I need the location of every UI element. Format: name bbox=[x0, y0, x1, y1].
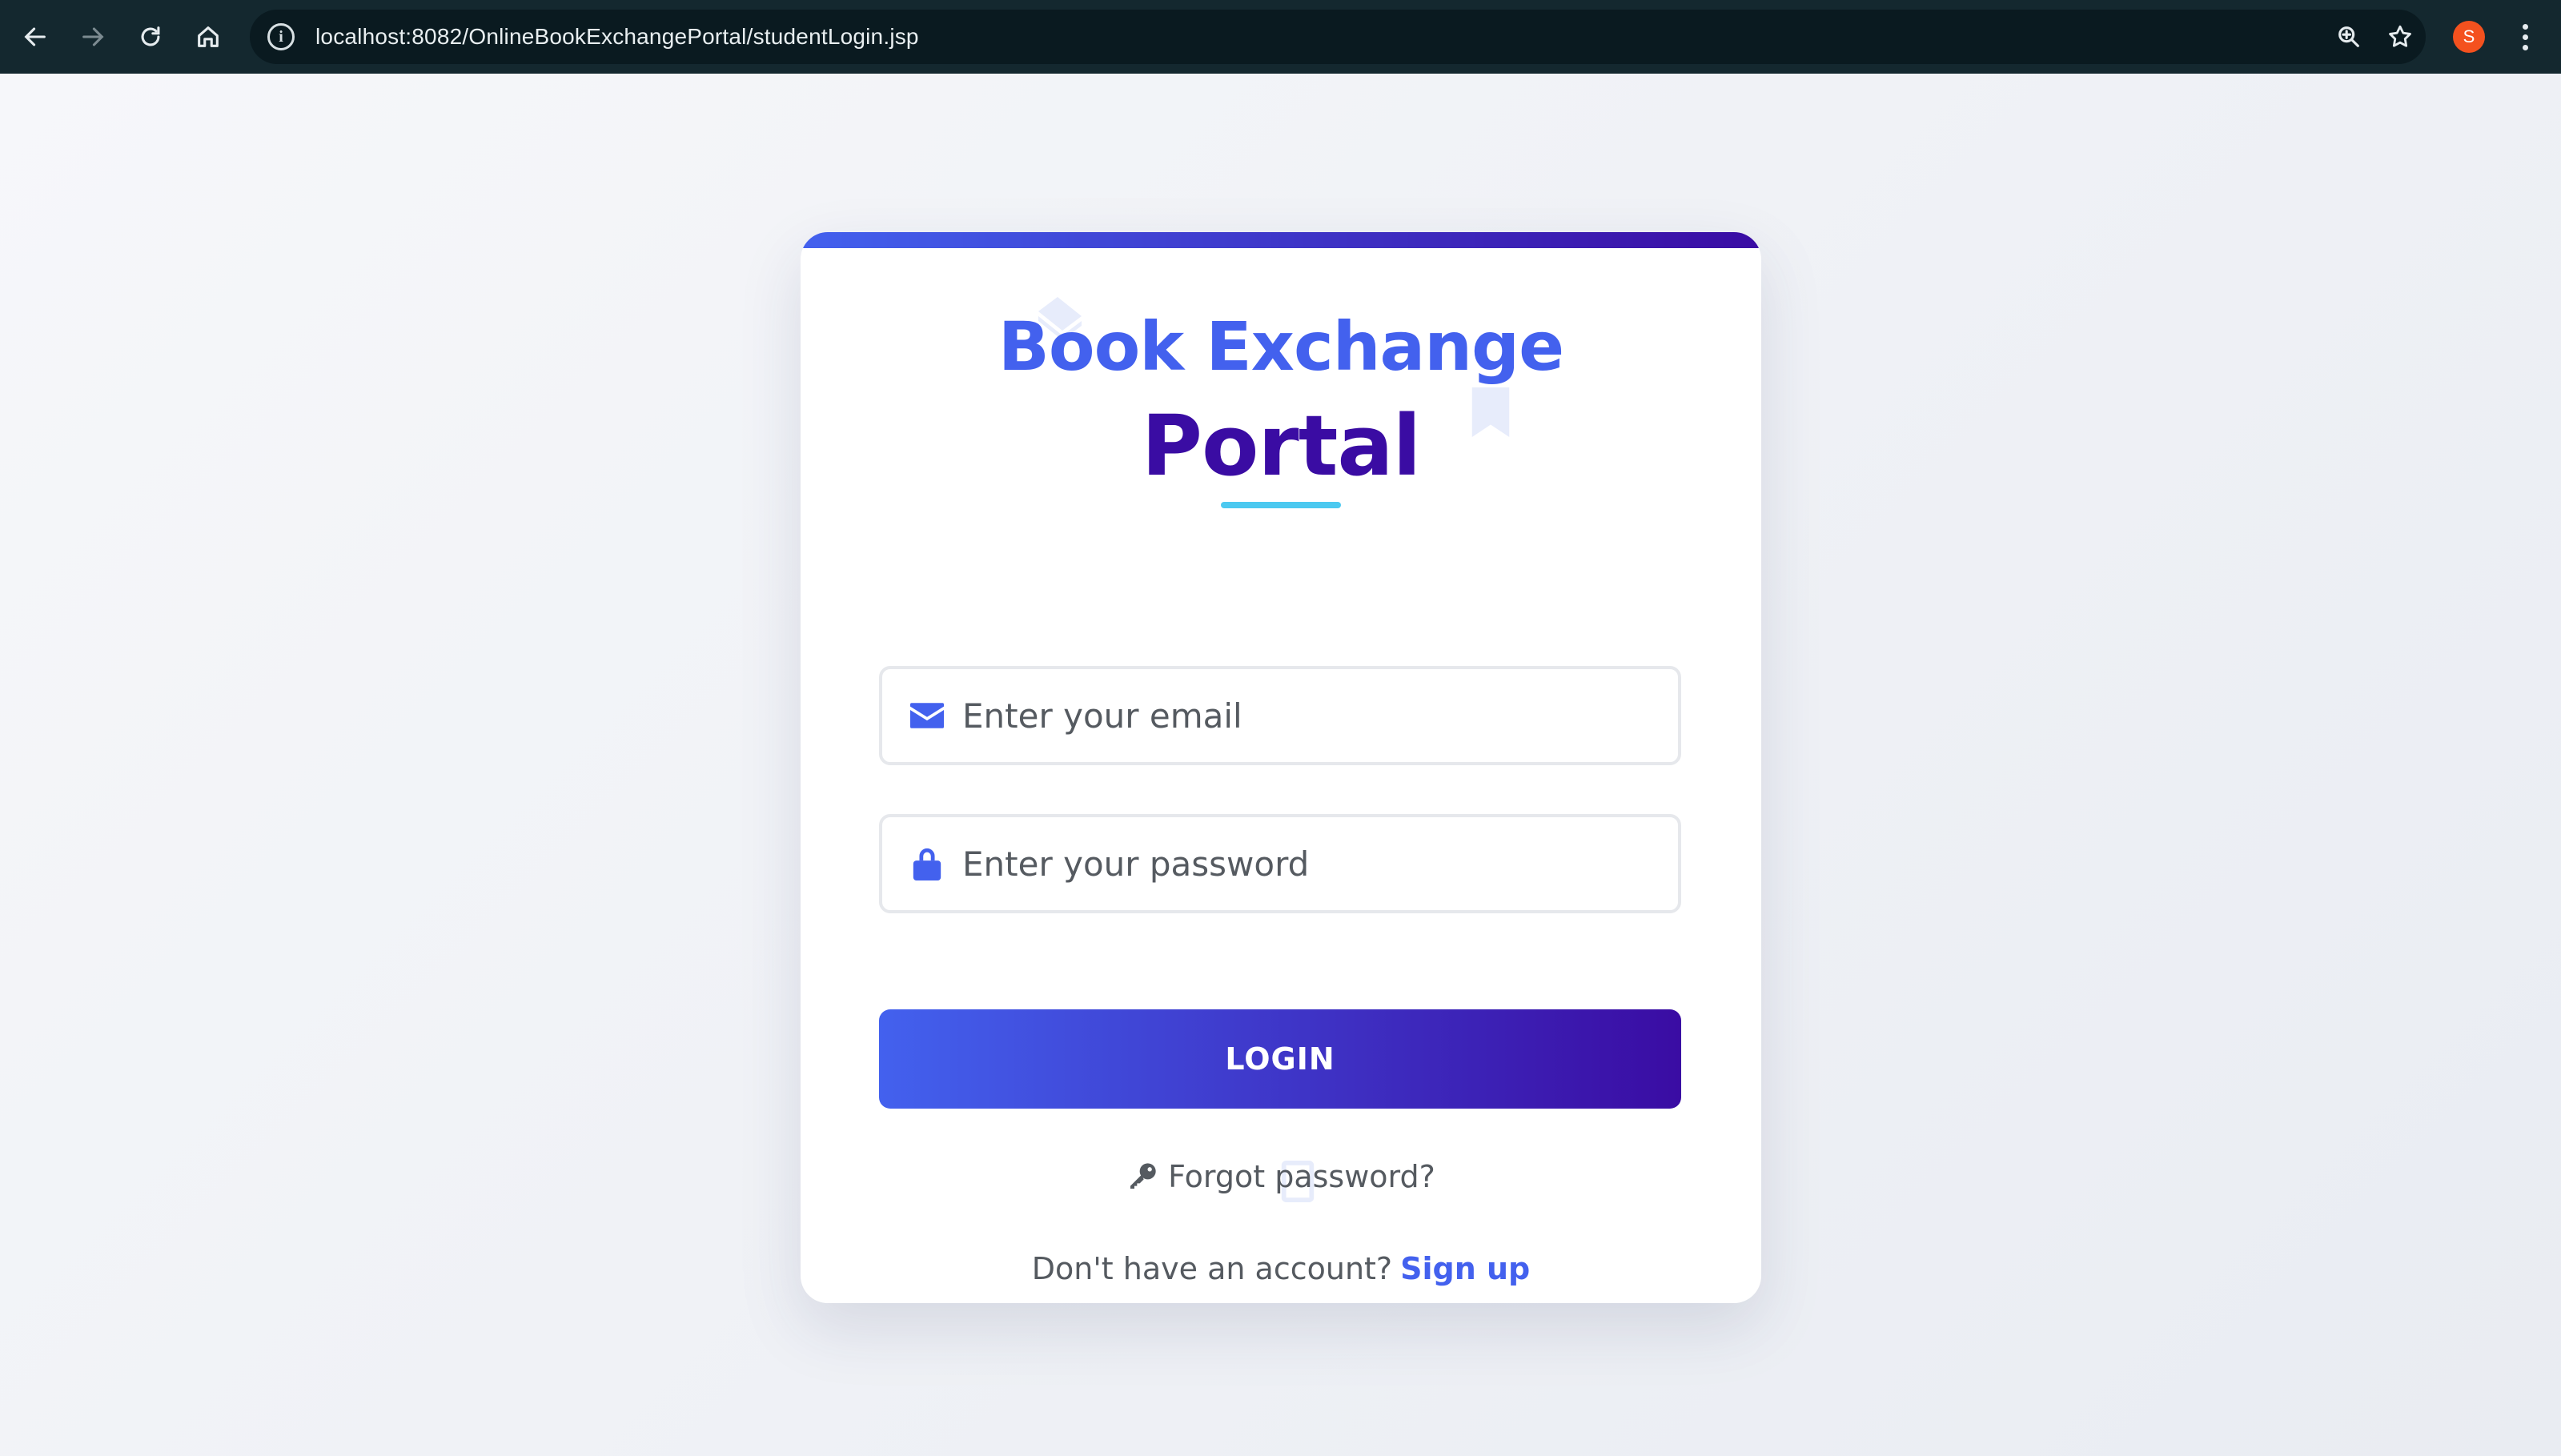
title-line-1: Book Exchange bbox=[998, 307, 1564, 386]
forgot-password-link[interactable]: Forgot password? bbox=[801, 1159, 1761, 1194]
password-input[interactable] bbox=[962, 817, 1651, 910]
address-bar[interactable]: i localhost:8082/OnlineBookExchangePorta… bbox=[250, 10, 2426, 64]
url-text[interactable]: localhost:8082/OnlineBookExchangePortal/… bbox=[315, 24, 919, 50]
signup-row: Don't have an account? Sign up bbox=[801, 1251, 1761, 1286]
signup-link[interactable]: Sign up bbox=[1400, 1251, 1530, 1286]
envelope-icon bbox=[909, 703, 945, 728]
home-icon[interactable] bbox=[179, 0, 237, 74]
key-icon bbox=[1126, 1161, 1158, 1193]
profile-avatar[interactable]: S bbox=[2453, 21, 2485, 53]
forward-arrow-icon[interactable] bbox=[64, 0, 122, 74]
email-field[interactable] bbox=[879, 666, 1681, 765]
signup-prompt: Don't have an account? bbox=[1031, 1251, 1393, 1286]
back-arrow-icon[interactable] bbox=[6, 0, 64, 74]
menu-dots-icon[interactable] bbox=[2506, 18, 2544, 56]
title-underline bbox=[1221, 502, 1341, 508]
password-field[interactable] bbox=[879, 814, 1681, 913]
email-input[interactable] bbox=[962, 669, 1651, 762]
lock-icon bbox=[909, 847, 945, 880]
browser-toolbar: i localhost:8082/OnlineBookExchangePorta… bbox=[0, 0, 2561, 74]
star-icon[interactable] bbox=[2374, 10, 2426, 64]
page-background: Book Exchange Portal LOGIN Forgot passwo… bbox=[0, 74, 2561, 1456]
info-icon[interactable]: i bbox=[267, 23, 295, 50]
login-card: Book Exchange Portal LOGIN Forgot passwo… bbox=[801, 232, 1761, 1303]
reload-icon[interactable] bbox=[122, 0, 179, 74]
zoom-icon[interactable] bbox=[2323, 10, 2374, 64]
title-line-2: Portal bbox=[1141, 397, 1422, 495]
forgot-password-label[interactable]: Forgot password? bbox=[1168, 1159, 1435, 1194]
login-button[interactable]: LOGIN bbox=[879, 1009, 1681, 1109]
card-accent-bar bbox=[801, 232, 1761, 248]
